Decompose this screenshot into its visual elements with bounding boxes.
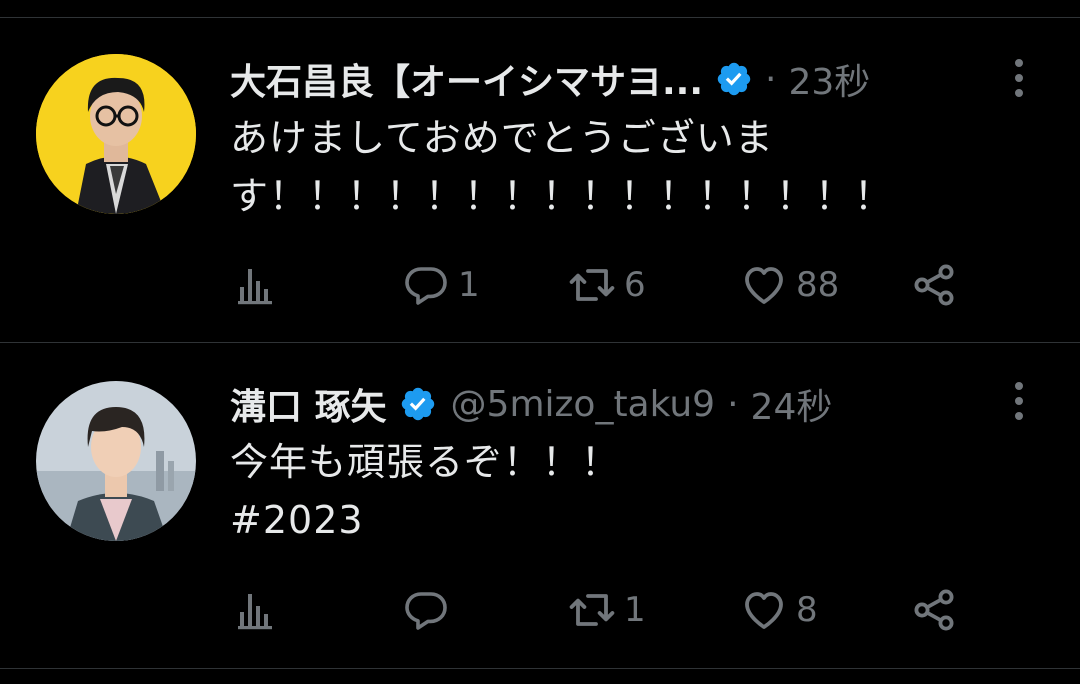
- avatar[interactable]: [36, 54, 196, 214]
- share-icon: [914, 264, 954, 306]
- tweet-text-line: 今年も頑張るぞ！！！: [230, 440, 621, 484]
- verified-badge-icon: [401, 387, 434, 421]
- like-count: 8: [796, 590, 818, 630]
- share-button[interactable]: [910, 585, 958, 635]
- analytics-icon: [238, 269, 272, 305]
- bottom-divider: [0, 668, 1080, 669]
- retweet-icon: [569, 269, 615, 301]
- tweet[interactable]: 大石昌良【オーイシマサヨ... · 23秒 あけましておめでとうございま す！！…: [0, 18, 1080, 342]
- display-name[interactable]: 溝口 琢矢: [230, 378, 387, 430]
- analytics-button[interactable]: [232, 585, 280, 635]
- like-button[interactable]: 88: [740, 260, 839, 310]
- tweet-actions: 1 8: [230, 585, 970, 635]
- avatar[interactable]: [36, 381, 196, 541]
- tweet-actions: 1 6 88: [230, 260, 970, 310]
- tweet[interactable]: 溝口 琢矢 @5mizo_taku9 · 24秒 今年も頑張るぞ！！！ #202…: [0, 343, 1080, 668]
- more-options-button[interactable]: [1004, 379, 1034, 423]
- analytics-icon: [238, 594, 272, 630]
- tweet-text-line: す！！！！！！！！！！！！！！！！: [230, 174, 894, 218]
- user-handle[interactable]: @5mizo_taku9: [451, 384, 716, 425]
- retweet-count: 6: [624, 265, 646, 305]
- reply-button[interactable]: [402, 585, 458, 635]
- reply-count: 1: [458, 265, 480, 305]
- hashtag-link[interactable]: #2023: [230, 491, 990, 549]
- heart-icon: [745, 592, 783, 629]
- tweet-text: 今年も頑張るぞ！！！ #2023: [230, 433, 990, 549]
- separator-dot: ·: [765, 58, 777, 100]
- more-vertical-icon: [1015, 59, 1023, 97]
- verified-badge-icon: [717, 62, 751, 96]
- timestamp[interactable]: 23秒: [788, 53, 870, 105]
- share-button[interactable]: [910, 260, 958, 310]
- separator-dot: ·: [727, 383, 739, 425]
- retweet-button[interactable]: 6: [568, 260, 646, 310]
- timestamp[interactable]: 24秒: [751, 378, 833, 430]
- share-icon: [914, 589, 954, 631]
- tweet-text-line: あけましておめでとうございま: [230, 116, 774, 160]
- retweet-button[interactable]: 1: [568, 585, 646, 635]
- tweet-text: あけましておめでとうございま す！！！！！！！！！！！！！！！！: [230, 109, 990, 225]
- like-button[interactable]: 8: [740, 585, 818, 635]
- heart-icon: [745, 267, 783, 304]
- retweet-icon: [569, 594, 615, 626]
- like-count: 88: [796, 265, 840, 305]
- reply-icon: [405, 592, 447, 630]
- display-name[interactable]: 大石昌良【オーイシマサヨ...: [230, 53, 703, 105]
- analytics-button[interactable]: [232, 260, 280, 310]
- tweet-header: 大石昌良【オーイシマサヨ... · 23秒: [230, 54, 870, 104]
- more-vertical-icon: [1015, 382, 1023, 420]
- reply-button[interactable]: 1: [402, 260, 480, 310]
- reply-icon: [405, 267, 447, 305]
- more-options-button[interactable]: [1004, 56, 1034, 100]
- tweet-header: 溝口 琢矢 @5mizo_taku9 · 24秒: [230, 379, 832, 429]
- retweet-count: 1: [624, 590, 646, 630]
